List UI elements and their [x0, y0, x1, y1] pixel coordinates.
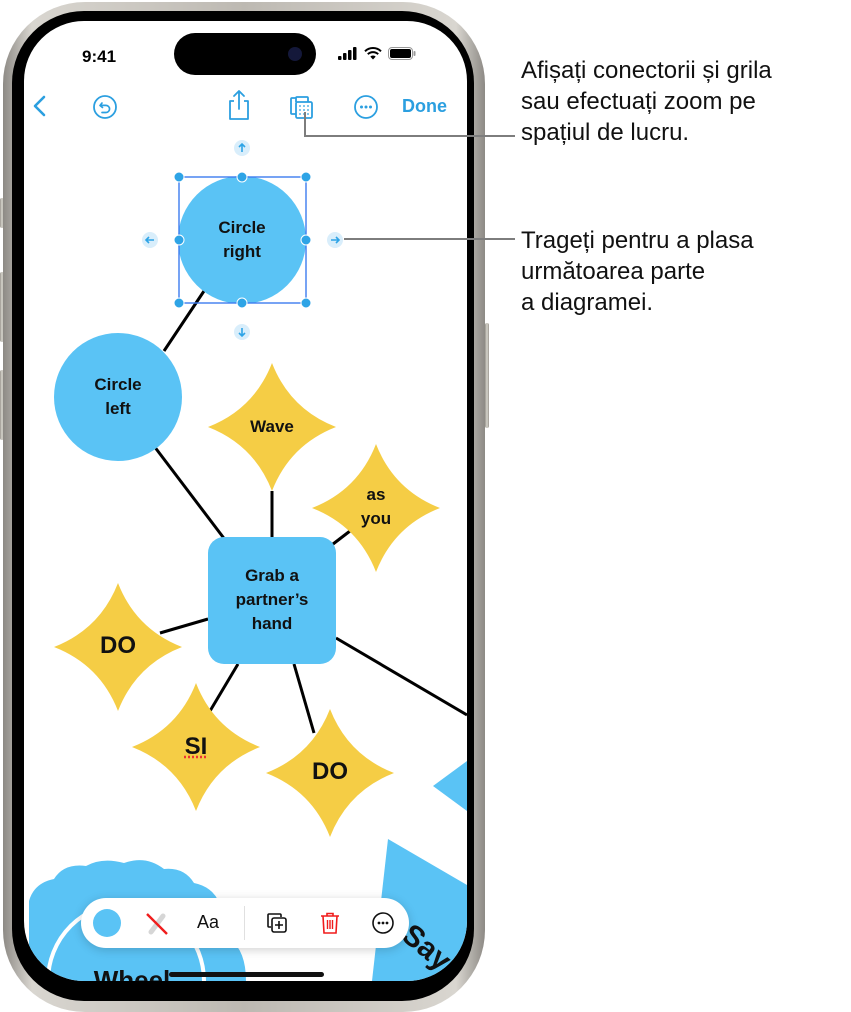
resize-handle-top-right[interactable] [300, 171, 312, 183]
connector-circle-left-to-grab [152, 445, 228, 542]
delete-button[interactable] [319, 911, 341, 935]
format-more-button[interactable] [371, 911, 395, 935]
stroke-none-button[interactable] [143, 910, 171, 938]
home-indicator[interactable] [169, 972, 324, 977]
wave-label: Wave [250, 417, 294, 436]
resize-handle-bottom-left[interactable] [173, 297, 185, 309]
connector-circle-right-to-left [162, 290, 206, 352]
connector-grab-to-right [335, 636, 467, 717]
callout-middle: Trageți pentru a plasa următoarea parte … [521, 227, 754, 316]
resize-handle-bottom[interactable] [236, 297, 248, 309]
duplicate-button[interactable] [266, 912, 288, 934]
resize-handle-top[interactable] [236, 171, 248, 183]
resize-handle-right[interactable] [300, 234, 312, 246]
add-up-arrow-icon[interactable] [234, 140, 250, 156]
format-bar: Aa [81, 898, 409, 948]
callout-leader-top [304, 135, 515, 137]
text-style-button[interactable]: Aa [197, 912, 219, 933]
callout-top: Afișați conectorii și grila sau efectuaț… [521, 57, 772, 146]
circle-left-label: Circle left [94, 375, 142, 418]
add-left-arrow-icon[interactable] [142, 232, 158, 248]
si-label: SI [184, 733, 208, 760]
right-triangle-shape[interactable] [433, 761, 467, 811]
screen: 9:41 Done Circle right Circle left Wave … [24, 21, 467, 981]
circle-right-label: Circle right [218, 218, 266, 261]
do-left-label: DO [100, 632, 136, 659]
callout-leader-middle [344, 238, 515, 240]
side-button [485, 323, 489, 428]
connector-si-to-grab [208, 663, 240, 712]
resize-handle-bottom-right[interactable] [300, 297, 312, 309]
add-right-arrow-icon[interactable] [327, 232, 343, 248]
resize-handle-top-left[interactable] [173, 171, 185, 183]
as-you-label: as you [360, 485, 392, 528]
resize-handle-left[interactable] [173, 234, 185, 246]
do-right-label: DO [312, 758, 348, 785]
callout-leader-top-vertical [304, 112, 306, 137]
add-down-arrow-icon[interactable] [234, 324, 250, 340]
connector-do-right-to-grab [292, 663, 316, 734]
fill-color-button[interactable] [93, 909, 121, 937]
format-bar-divider [244, 906, 245, 940]
grab-label: Grab a partner’s hand [235, 566, 309, 633]
